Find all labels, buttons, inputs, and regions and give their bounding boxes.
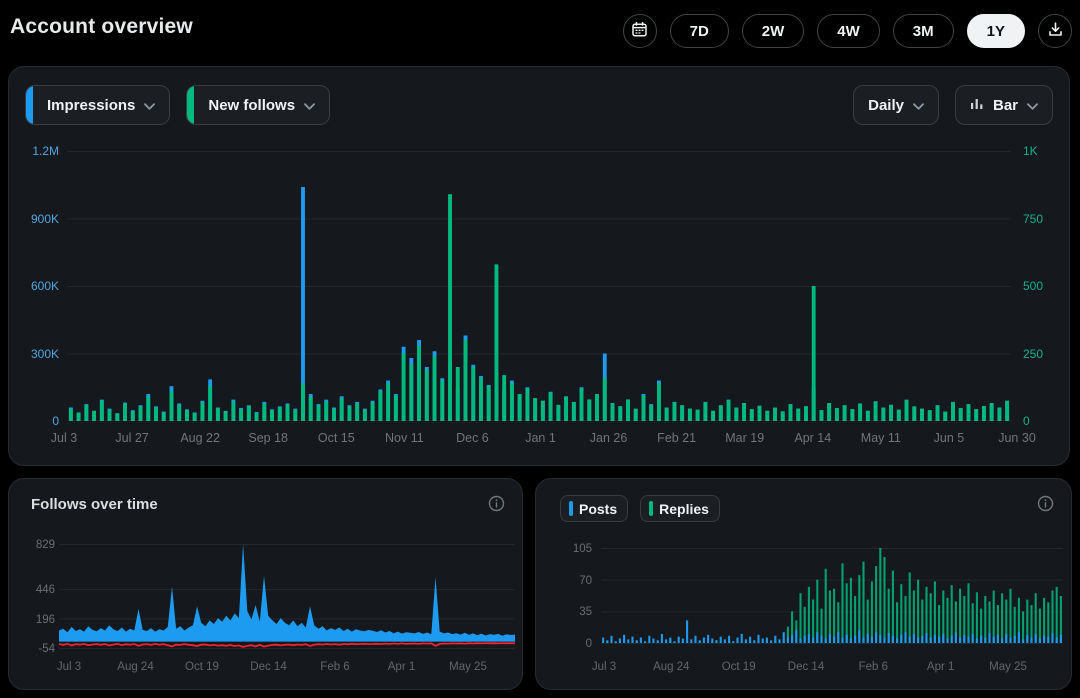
impressions-metric-dropdown[interactable]: Impressions bbox=[25, 85, 170, 125]
impressions-metric-label: Impressions bbox=[47, 97, 135, 114]
posts-legend-chip[interactable]: Posts bbox=[560, 495, 628, 522]
x-tick-label: Oct 19 bbox=[185, 661, 219, 673]
chevron-down-icon bbox=[1027, 97, 1038, 114]
posts-legend-label: Posts bbox=[579, 501, 617, 517]
follows-tick-label: 446 bbox=[17, 583, 55, 597]
posts-replies-legend: Posts Replies bbox=[560, 495, 720, 522]
x-tick-label: Feb 6 bbox=[859, 661, 888, 673]
follows-card-title: Follows over time bbox=[31, 496, 158, 513]
new-follows-tick-label: 0 bbox=[1023, 414, 1061, 428]
x-tick-label: Jul 27 bbox=[115, 431, 148, 445]
impressions-tick-label: 0 bbox=[23, 414, 59, 428]
page-title: Account overview bbox=[10, 15, 193, 39]
range-button-7d[interactable]: 7D bbox=[670, 14, 729, 48]
granularity-label: Daily bbox=[868, 97, 904, 114]
x-tick-label: Dec 14 bbox=[788, 661, 824, 673]
replies-legend-chip[interactable]: Replies bbox=[640, 495, 720, 522]
analytics-page: Account overview 7D 2W 4W 3M 1Y bbox=[0, 0, 1080, 698]
calendar-button[interactable] bbox=[623, 14, 657, 48]
follows-tick-label: 829 bbox=[17, 538, 55, 552]
x-tick-label: Aug 24 bbox=[117, 661, 153, 673]
x-tick-label: Apr 1 bbox=[927, 661, 955, 673]
x-tick-label: Mar 19 bbox=[725, 431, 764, 445]
info-icon bbox=[488, 500, 505, 515]
posts-replies-bar-chart bbox=[601, 548, 1063, 645]
x-tick-label: Aug 22 bbox=[180, 431, 220, 445]
follows-tick-label: -54 bbox=[17, 642, 55, 656]
granularity-dropdown[interactable]: Daily bbox=[853, 85, 939, 125]
new-follows-tick-label: 750 bbox=[1023, 212, 1061, 226]
x-tick-label: Feb 6 bbox=[320, 661, 349, 673]
x-tick-label: May 25 bbox=[449, 661, 487, 673]
impressions-tick-label: 900K bbox=[23, 212, 59, 226]
posts-replies-tick-label: 0 bbox=[556, 637, 592, 651]
calendar-icon bbox=[631, 21, 648, 41]
date-range-pills: 7D 2W 4W 3M 1Y bbox=[670, 14, 1025, 48]
replies-legend-label: Replies bbox=[659, 501, 709, 517]
range-button-2w[interactable]: 2W bbox=[742, 14, 805, 48]
posts-replies-tick-label: 35 bbox=[556, 605, 592, 619]
page-header: Account overview 7D 2W 4W 3M 1Y bbox=[0, 0, 1080, 62]
x-tick-label: Sep 18 bbox=[248, 431, 288, 445]
posts-replies-card: Posts Replies 105 70 35 0 Jul 3 Aug 24 Oct 19… bbox=[535, 478, 1072, 690]
range-button-3m[interactable]: 3M bbox=[893, 14, 954, 48]
chart-type-label: Bar bbox=[993, 97, 1018, 114]
download-button[interactable] bbox=[1038, 14, 1072, 48]
info-icon bbox=[1037, 500, 1054, 515]
bar-chart-icon bbox=[970, 97, 984, 114]
chevron-down-icon bbox=[304, 97, 315, 114]
date-range-controls: 7D 2W 4W 3M 1Y bbox=[623, 14, 1072, 48]
x-tick-label: Oct 15 bbox=[318, 431, 355, 445]
x-tick-label: Oct 19 bbox=[722, 661, 756, 673]
chevron-down-icon bbox=[913, 97, 924, 114]
replies-accent-bar bbox=[649, 501, 653, 516]
follows-info-button[interactable] bbox=[486, 495, 506, 515]
x-tick-label: Aug 24 bbox=[653, 661, 689, 673]
impressions-tick-label: 300K bbox=[23, 347, 59, 361]
chevron-down-icon bbox=[144, 97, 155, 114]
follows-over-time-card: Follows over time 829 446 196 -54 Jul 3 Aug … bbox=[8, 478, 523, 690]
new-follows-tick-label: 500 bbox=[1023, 279, 1061, 293]
follows-tick-label: 196 bbox=[17, 613, 55, 627]
x-tick-label: Jun 30 bbox=[998, 431, 1036, 445]
x-tick-label: May 25 bbox=[989, 661, 1027, 673]
follows-area-chart bbox=[59, 544, 515, 652]
range-button-1y[interactable]: 1Y bbox=[967, 14, 1025, 48]
new-follows-accent-bar bbox=[187, 86, 194, 124]
x-tick-label: Nov 11 bbox=[385, 431, 424, 445]
impressions-accent-bar bbox=[26, 86, 33, 124]
x-tick-label: Jul 3 bbox=[592, 661, 616, 673]
x-tick-label: Jun 5 bbox=[934, 431, 965, 445]
x-tick-label: Jul 3 bbox=[57, 661, 81, 673]
new-follows-metric-label: New follows bbox=[208, 97, 295, 114]
posts-replies-tick-label: 105 bbox=[556, 542, 592, 556]
range-button-4w[interactable]: 4W bbox=[817, 14, 880, 48]
posts-replies-tick-label: 70 bbox=[556, 574, 592, 588]
x-tick-label: Feb 21 bbox=[657, 431, 696, 445]
new-follows-metric-dropdown[interactable]: New follows bbox=[186, 85, 330, 125]
overview-toolbar: Impressions New follows Daily bbox=[25, 85, 1053, 125]
x-tick-label: Jan 26 bbox=[590, 431, 628, 445]
x-tick-label: Jan 1 bbox=[525, 431, 556, 445]
x-tick-label: Apr 14 bbox=[794, 431, 831, 445]
download-icon bbox=[1047, 21, 1064, 41]
impressions-tick-label: 1.2M bbox=[23, 144, 59, 158]
posts-accent-bar bbox=[569, 501, 573, 516]
x-tick-label: Jul 3 bbox=[51, 431, 77, 445]
overview-bar-chart bbox=[67, 151, 1011, 422]
x-tick-label: Dec 14 bbox=[250, 661, 286, 673]
x-tick-label: Dec 6 bbox=[456, 431, 489, 445]
x-tick-label: Apr 1 bbox=[388, 661, 416, 673]
overview-chart-card: Impressions New follows Daily bbox=[8, 66, 1070, 466]
chart-type-dropdown[interactable]: Bar bbox=[955, 85, 1053, 125]
posts-replies-info-button[interactable] bbox=[1035, 495, 1055, 515]
new-follows-tick-label: 1K bbox=[1023, 144, 1061, 158]
impressions-tick-label: 600K bbox=[23, 279, 59, 293]
x-tick-label: May 11 bbox=[861, 431, 901, 445]
new-follows-tick-label: 250 bbox=[1023, 347, 1061, 361]
